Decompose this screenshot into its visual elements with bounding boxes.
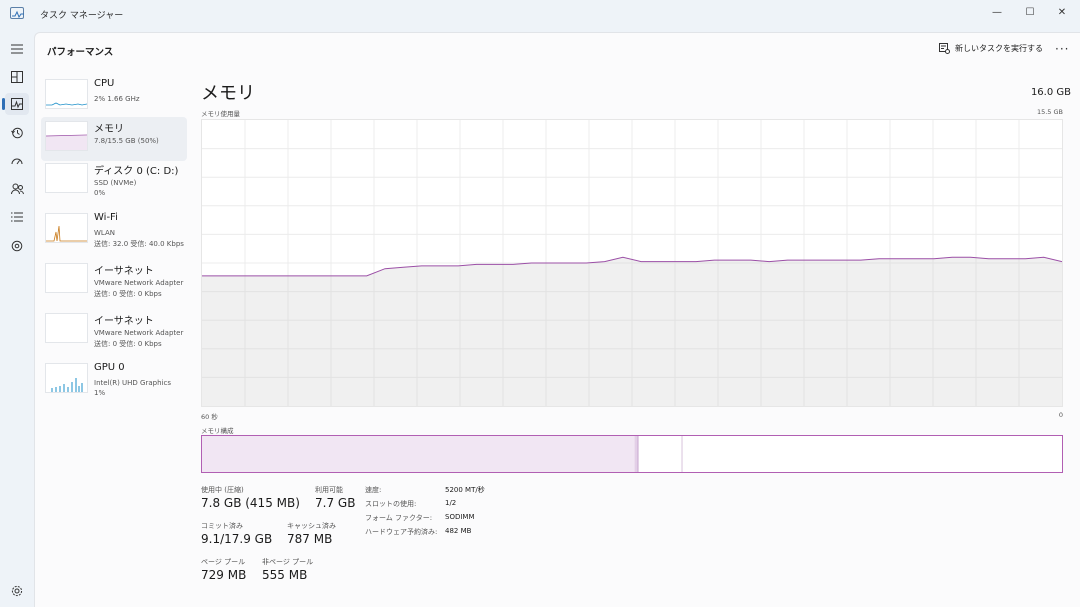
usage-graph-max: 15.5 GB	[1036, 108, 1063, 116]
resource-detail: 2% 1.66 GHz	[94, 95, 140, 103]
resource-name: メモリ	[94, 124, 124, 135]
resource-detail: 0%	[94, 189, 106, 197]
resource-name: イーサネット	[94, 316, 154, 327]
prop-slots-label: スロットの使用:	[365, 500, 417, 508]
main-panel: パフォーマンス 新しいタスクを実行する ··· CPU 2% 1.66 GHz …	[34, 32, 1080, 607]
memory-usage-graph	[201, 119, 1063, 407]
stat-available-label: 利用可能	[315, 486, 343, 494]
stat-in-use-label: 使用中 (圧縮)	[201, 486, 244, 494]
resource-item-gpu[interactable]: GPU 0 Intel(R) UHD Graphics 1%	[41, 359, 187, 403]
resource-item-cpu[interactable]: CPU 2% 1.66 GHz	[41, 75, 187, 119]
prop-form-factor-label: フォーム ファクター:	[365, 514, 433, 522]
cpu-thumbnail-graph	[45, 79, 88, 109]
nav-users[interactable]	[5, 178, 29, 200]
stat-available-value: 7.7 GB	[315, 496, 356, 510]
settings-button[interactable]	[5, 580, 29, 602]
usage-area	[202, 257, 1062, 406]
more-options-button[interactable]: ···	[1055, 42, 1069, 56]
resource-name: イーサネット	[94, 266, 154, 277]
page-title: パフォーマンス	[47, 47, 114, 58]
nav-services[interactable]	[5, 235, 29, 257]
ethernet-thumbnail-graph	[45, 263, 88, 293]
nav-details[interactable]	[5, 206, 29, 228]
prop-form-factor-value: SODIMM	[445, 513, 475, 521]
users-icon	[10, 183, 24, 195]
resource-detail: Intel(R) UHD Graphics	[94, 379, 171, 387]
nav-processes[interactable]	[5, 66, 29, 88]
prop-speed-value: 5200 MT/秒	[445, 486, 485, 494]
disk-thumbnail-graph	[45, 163, 88, 193]
run-new-task-label: 新しいタスクを実行する	[955, 44, 1043, 53]
minimize-button[interactable]: —	[980, 0, 1014, 24]
resource-item-wifi[interactable]: Wi-Fi WLAN 送信: 32.0 受信: 40.0 Kbps	[41, 209, 187, 253]
resource-detail: SSD (NVMe)	[94, 179, 137, 187]
ethernet-thumbnail-graph	[45, 313, 88, 343]
gpu-thumbnail-graph	[45, 363, 88, 393]
stat-committed-value: 9.1/17.9 GB	[201, 532, 273, 546]
resource-item-ethernet-2[interactable]: イーサネット VMware Network Adapter 送信: 0 受信: …	[41, 309, 187, 353]
stat-nonpaged-pool-label: 非ページ プール	[262, 558, 314, 566]
nav-startup-apps[interactable]	[5, 150, 29, 172]
services-icon	[11, 240, 23, 252]
stat-paged-pool-value: 729 MB	[201, 568, 247, 582]
resource-detail: VMware Network Adapter	[94, 279, 184, 287]
task-manager-icon	[10, 7, 24, 19]
menu-button[interactable]	[5, 38, 29, 60]
app-history-icon	[11, 127, 23, 139]
stat-cached-label: キャッシュ済み	[287, 522, 336, 530]
title-bar: タスク マネージャー — ☐ ✕	[0, 0, 1080, 30]
composition-modified[interactable]	[634, 436, 639, 472]
resource-detail: WLAN	[94, 229, 116, 237]
navigation-rail	[0, 30, 34, 607]
memory-thumbnail-graph	[45, 121, 88, 151]
memory-total: 16.0 GB	[1030, 87, 1071, 98]
prop-hardware-reserved-value: 482 MB	[445, 527, 472, 535]
panel-header: パフォーマンス 新しいタスクを実行する ···	[35, 33, 1080, 69]
maximize-button[interactable]: ☐	[1013, 0, 1047, 24]
stat-committed-label: コミット済み	[201, 522, 243, 530]
resource-detail: 7.8/15.5 GB (50%)	[94, 137, 159, 145]
run-task-icon	[939, 43, 950, 54]
nav-performance[interactable]	[2, 93, 29, 115]
performance-icon	[11, 98, 23, 110]
stat-nonpaged-pool-value: 555 MB	[262, 568, 308, 582]
resource-detail: VMware Network Adapter	[94, 329, 184, 337]
resource-detail: 送信: 0 受信: 0 Kbps	[94, 340, 162, 348]
time-axis-right: 0	[1058, 411, 1063, 419]
prop-hardware-reserved-label: ハードウェア予約済み:	[365, 528, 438, 536]
close-button[interactable]: ✕	[1045, 0, 1079, 24]
prop-slots-value: 1/2	[445, 499, 457, 507]
composition-in-use[interactable]	[202, 436, 635, 472]
composition-standby[interactable]	[639, 436, 683, 472]
resource-item-ethernet-1[interactable]: イーサネット VMware Network Adapter 送信: 0 受信: …	[41, 259, 187, 303]
memory-composition-bar[interactable]	[201, 435, 1063, 473]
menu-icon	[11, 44, 23, 54]
details-icon	[11, 212, 23, 222]
composition-label: メモリ構成	[201, 427, 234, 435]
resource-name: GPU 0	[94, 362, 125, 373]
resource-name: ディスク 0 (C: D:)	[94, 166, 179, 177]
composition-free[interactable]	[683, 436, 1062, 472]
resource-name: CPU	[94, 78, 115, 89]
stat-paged-pool-label: ページ プール	[201, 558, 246, 566]
time-axis-left: 60 秒	[201, 413, 218, 421]
resource-detail: 1%	[94, 389, 106, 397]
startup-apps-icon	[11, 158, 23, 165]
resource-item-memory[interactable]: メモリ 7.8/15.5 GB (50%)	[41, 117, 187, 161]
run-new-task-button[interactable]: 新しいタスクを実行する	[939, 43, 1043, 54]
resource-item-disk[interactable]: ディスク 0 (C: D:) SSD (NVMe) 0%	[41, 159, 187, 203]
window-title: タスク マネージャー	[40, 11, 124, 21]
prop-speed-label: 速度:	[365, 486, 382, 494]
nav-app-history[interactable]	[5, 122, 29, 144]
settings-icon	[11, 585, 23, 597]
stat-cached-value: 787 MB	[287, 532, 333, 546]
usage-graph-label: メモリ使用量	[201, 110, 240, 118]
stat-in-use-value: 7.8 GB (415 MB)	[201, 496, 300, 510]
resource-detail: 送信: 32.0 受信: 40.0 Kbps	[94, 240, 184, 248]
resource-detail: 送信: 0 受信: 0 Kbps	[94, 290, 162, 298]
resource-name: Wi-Fi	[94, 212, 118, 223]
processes-icon	[11, 71, 23, 83]
wifi-thumbnail-graph	[45, 213, 88, 243]
memory-title: メモリ	[201, 83, 255, 104]
